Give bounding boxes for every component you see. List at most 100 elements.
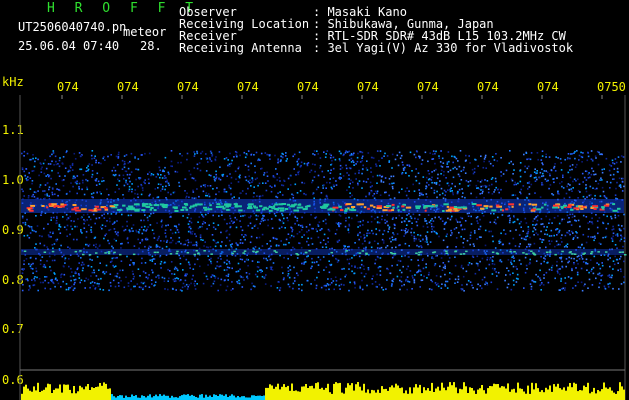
noise-speck [163, 175, 166, 177]
noise-speck [392, 187, 394, 190]
noise-speck [381, 157, 383, 159]
noise-speck [523, 238, 526, 241]
noise-speck [184, 178, 187, 180]
noise-speck [332, 254, 334, 257]
band-speck [272, 205, 276, 208]
noise-speck [561, 241, 563, 243]
noise-speck [444, 194, 446, 196]
amplitude-bar [49, 384, 51, 400]
noise-speck [519, 162, 522, 164]
noise-speck [207, 193, 210, 195]
noise-speck [576, 271, 579, 274]
noise-speck [285, 238, 288, 241]
noise-speck [544, 233, 546, 235]
noise-speck [481, 179, 483, 182]
noise-speck [184, 273, 187, 275]
noise-speck [245, 234, 247, 237]
amplitude-bar [233, 395, 235, 400]
band-speck [146, 203, 149, 206]
noise-speck [257, 261, 259, 263]
noise-speck [568, 256, 570, 259]
noise-speck [442, 262, 445, 264]
noise-speck [152, 271, 154, 274]
noise-speck [223, 188, 226, 191]
noise-speck [304, 258, 306, 261]
noise-speck [67, 217, 70, 220]
noise-speck [458, 175, 461, 178]
amplitude-bar [225, 394, 227, 400]
noise-speck [561, 260, 563, 263]
amplitude-bar [545, 387, 547, 400]
noise-speck [97, 278, 100, 281]
noise-speck [306, 231, 308, 233]
noise-speck [512, 173, 514, 175]
band-speck [82, 253, 85, 256]
band-speck [30, 204, 35, 207]
noise-speck [520, 263, 522, 265]
noise-speck [346, 172, 348, 174]
noise-speck [114, 285, 117, 288]
noise-speck [234, 150, 237, 153]
amplitude-bar [555, 386, 557, 400]
noise-speck [70, 267, 72, 270]
amplitude-bar [331, 393, 333, 400]
noise-speck [72, 238, 75, 241]
noise-speck [204, 213, 207, 216]
amplitude-bar [97, 386, 99, 400]
noise-speck [138, 286, 141, 288]
noise-speck [460, 179, 463, 181]
noise-speck [376, 192, 378, 194]
noise-speck [480, 155, 482, 157]
noise-speck [434, 216, 436, 219]
noise-speck [548, 235, 551, 237]
noise-speck [51, 259, 54, 262]
noise-speck [251, 177, 253, 179]
noise-speck [445, 177, 447, 179]
noise-speck [503, 229, 505, 231]
noise-speck [479, 225, 482, 228]
noise-speck [469, 281, 472, 283]
noise-speck [486, 284, 489, 286]
noise-speck [407, 197, 410, 200]
noise-speck [367, 232, 370, 235]
noise-speck [285, 160, 288, 162]
noise-speck [381, 286, 383, 289]
noise-speck [323, 151, 325, 153]
noise-speck [256, 195, 258, 197]
band-speck [509, 250, 512, 253]
noise-speck [243, 151, 246, 154]
noise-speck [616, 167, 619, 170]
noise-speck [30, 226, 33, 228]
noise-speck [21, 168, 24, 171]
noise-speck [123, 184, 126, 187]
noise-speck [62, 156, 65, 158]
band-speck [536, 208, 542, 211]
noise-speck [510, 261, 512, 264]
amplitude-bar [147, 395, 149, 400]
noise-speck [571, 190, 573, 192]
noise-speck [52, 152, 55, 154]
noise-speck [382, 289, 385, 291]
band-speck [528, 203, 532, 206]
band-speck [346, 203, 352, 206]
band-speck [582, 253, 585, 255]
noise-speck [272, 236, 275, 239]
noise-speck [290, 234, 293, 237]
noise-speck [348, 268, 350, 270]
noise-speck [513, 257, 515, 259]
noise-speck [109, 281, 112, 284]
noise-speck [438, 155, 440, 157]
band-speck [525, 253, 528, 255]
noise-speck [609, 174, 612, 176]
noise-speck [509, 150, 511, 152]
noise-speck [569, 169, 571, 171]
noise-speck [367, 267, 370, 269]
noise-speck [454, 264, 457, 267]
noise-speck [388, 194, 390, 197]
noise-speck [226, 285, 229, 288]
noise-speck [592, 170, 595, 172]
noise-speck [78, 188, 80, 190]
noise-speck [457, 160, 459, 162]
noise-speck [209, 158, 211, 161]
noise-speck [151, 283, 153, 285]
